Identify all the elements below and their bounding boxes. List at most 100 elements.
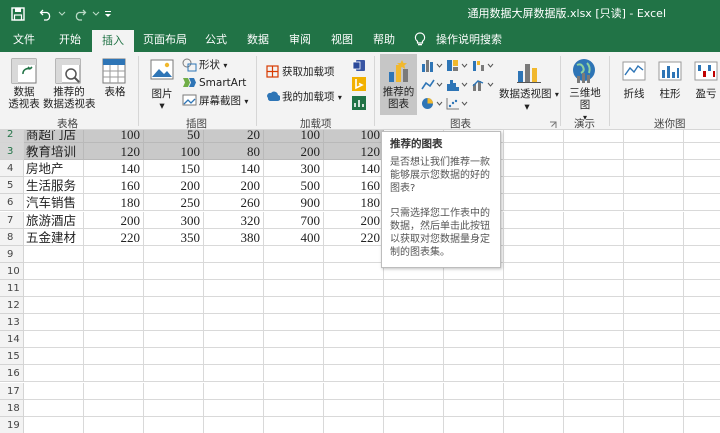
grid-cell[interactable]	[24, 262, 84, 280]
tab-help[interactable]: 帮助	[366, 28, 402, 52]
tab-view[interactable]: 视图	[324, 28, 360, 52]
grid-cell[interactable]	[684, 297, 720, 314]
tell-me-search[interactable]: 操作说明搜索	[436, 28, 502, 52]
grid-cell[interactable]	[564, 314, 624, 332]
grid-cell[interactable]	[24, 245, 84, 263]
scatter-chart-icon[interactable]	[446, 97, 468, 113]
grid-cell[interactable]	[624, 297, 684, 314]
grid-cell[interactable]	[684, 212, 720, 229]
grid-cell[interactable]	[624, 177, 684, 195]
sparkline-column-button[interactable]: 柱形	[654, 88, 686, 100]
grid-cell[interactable]	[564, 382, 624, 400]
grid-cell[interactable]: 商超门店	[24, 130, 84, 143]
row-header[interactable]: 3	[0, 143, 24, 161]
pie-chart-icon[interactable]	[421, 97, 443, 113]
row-header[interactable]: 5	[0, 177, 24, 195]
grid-cell[interactable]	[564, 177, 624, 195]
grid-cell[interactable]: 180	[84, 194, 144, 212]
grid-cell[interactable]	[84, 399, 144, 417]
grid-cell[interactable]	[204, 331, 264, 349]
grid-cell[interactable]: 生活服务	[24, 177, 84, 195]
people-graph-icon[interactable]	[352, 96, 366, 113]
grid-cell[interactable]	[684, 130, 720, 143]
grid-cell[interactable]	[84, 382, 144, 400]
visio-icon[interactable]	[352, 59, 366, 75]
grid-cell[interactable]	[564, 160, 624, 178]
grid-cell[interactable]	[564, 297, 624, 314]
grid-cell[interactable]	[384, 297, 444, 314]
grid-cell[interactable]	[684, 177, 720, 195]
grid-cell[interactable]	[624, 348, 684, 366]
grid-cell[interactable]	[564, 279, 624, 297]
get-addins-button[interactable]: 获取加载项	[282, 66, 335, 78]
grid-cell[interactable]	[624, 143, 684, 161]
sparkline-winloss-button[interactable]: 盈亏	[690, 88, 720, 100]
grid-cell[interactable]: 900	[264, 194, 324, 212]
grid-cell[interactable]	[324, 416, 384, 433]
grid-cell[interactable]	[324, 279, 384, 297]
worksheet-grid[interactable]: 2 商超门店 100 50 20 100 100 3 教育培训 120 100 80 200 120 4 房地…	[0, 130, 720, 433]
grid-cell[interactable]: 80	[204, 143, 264, 161]
grid-cell[interactable]	[564, 143, 624, 161]
grid-cell[interactable]	[684, 383, 720, 400]
redo-dropdown-icon[interactable]	[90, 0, 102, 28]
grid-cell[interactable]	[264, 314, 324, 332]
row-header[interactable]: 12	[0, 297, 24, 314]
grid-cell[interactable]	[624, 331, 684, 349]
grid-cell[interactable]: 200	[204, 177, 264, 195]
grid-cell[interactable]	[564, 399, 624, 417]
grid-cell[interactable]	[144, 416, 204, 433]
grid-cell[interactable]	[384, 399, 444, 417]
grid-cell[interactable]	[564, 211, 624, 229]
grid-cell[interactable]	[624, 279, 684, 297]
grid-cell[interactable]	[84, 365, 144, 383]
grid-cell[interactable]	[504, 365, 564, 383]
grid-cell[interactable]	[504, 279, 564, 297]
grid-cell[interactable]	[84, 348, 144, 366]
tab-home[interactable]: 开始	[50, 28, 90, 52]
combo-chart-icon[interactable]	[472, 78, 494, 94]
row-header[interactable]: 10	[0, 262, 24, 280]
grid-cell[interactable]	[684, 400, 720, 417]
grid-cell[interactable]	[84, 297, 144, 314]
grid-cell[interactable]	[144, 331, 204, 349]
grid-cell[interactable]	[384, 348, 444, 366]
grid-cell[interactable]: 200	[324, 211, 384, 229]
grid-cell[interactable]: 50	[144, 130, 204, 143]
grid-cell[interactable]	[444, 314, 504, 332]
grid-cell[interactable]	[444, 382, 504, 400]
grid-cell[interactable]	[24, 416, 84, 433]
grid-cell[interactable]	[504, 399, 564, 417]
grid-cell[interactable]: 五金建材	[24, 228, 84, 246]
pivot-chart-button[interactable]: 数据透视图 ▾ ▾	[499, 88, 559, 113]
grid-cell[interactable]: 100	[324, 130, 384, 143]
grid-cell[interactable]: 400	[264, 228, 324, 246]
tab-insert[interactable]: 插入	[92, 30, 134, 52]
grid-cell[interactable]	[264, 297, 324, 314]
grid-cell[interactable]	[384, 382, 444, 400]
grid-cell[interactable]: 380	[204, 228, 264, 246]
grid-cell[interactable]	[324, 348, 384, 366]
grid-cell[interactable]	[504, 297, 564, 314]
sparkline-line-button[interactable]: 折线	[618, 88, 650, 100]
grid-cell[interactable]	[684, 365, 720, 383]
grid-cell[interactable]: 20	[204, 130, 264, 143]
grid-cell[interactable]: 200	[264, 143, 324, 161]
grid-cell[interactable]: 300	[144, 211, 204, 229]
grid-cell[interactable]	[144, 279, 204, 297]
grid-cell[interactable]: 700	[264, 211, 324, 229]
grid-cell[interactable]	[384, 416, 444, 433]
save-icon[interactable]	[8, 0, 28, 28]
row-header[interactable]: 6	[0, 194, 24, 212]
grid-cell[interactable]: 旅游酒店	[24, 211, 84, 229]
grid-cell[interactable]	[564, 365, 624, 383]
tab-file[interactable]: 文件	[6, 28, 42, 52]
grid-cell[interactable]	[84, 262, 144, 280]
grid-cell[interactable]	[504, 177, 564, 195]
grid-cell[interactable]	[684, 194, 720, 212]
grid-cell[interactable]: 120	[324, 143, 384, 161]
grid-cell[interactable]	[624, 262, 684, 280]
grid-cell[interactable]	[204, 382, 264, 400]
grid-cell[interactable]: 180	[324, 194, 384, 212]
grid-cell[interactable]	[324, 331, 384, 349]
